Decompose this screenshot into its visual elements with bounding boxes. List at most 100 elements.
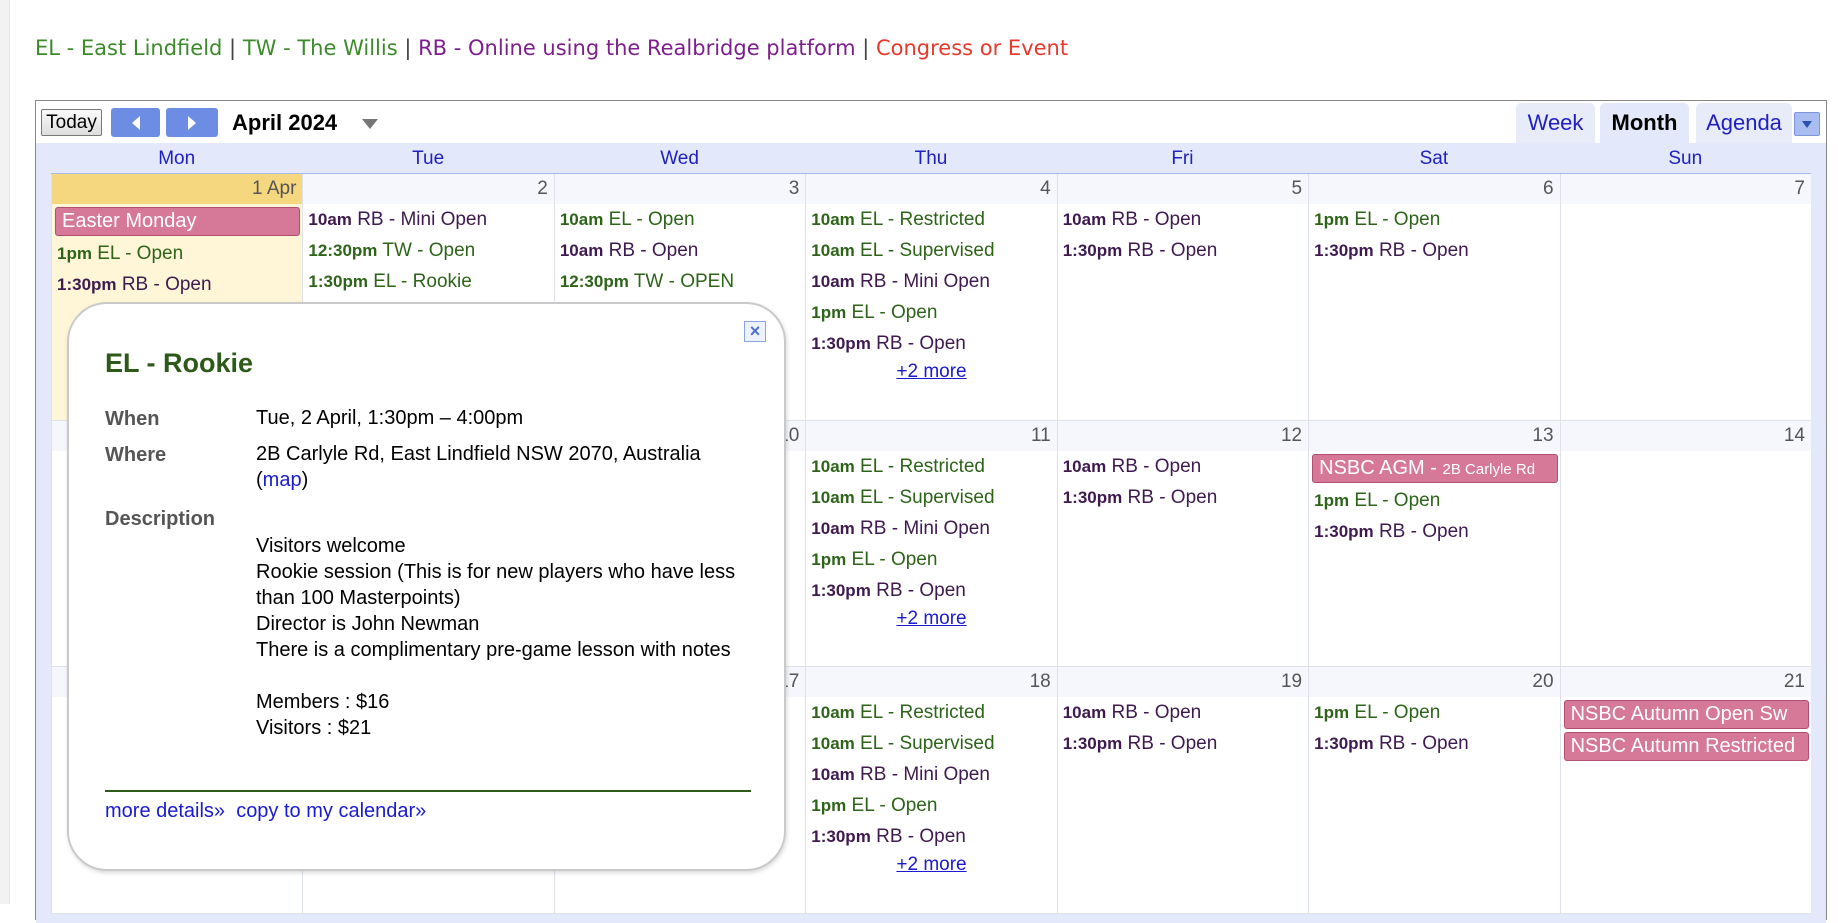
event-item[interactable]: 1pm EL - Open [1309, 485, 1559, 516]
more-events-link[interactable]: +2 more [806, 606, 1056, 633]
tab-agenda[interactable]: Agenda [1696, 103, 1792, 143]
next-month-button[interactable] [166, 108, 218, 137]
event-title: EL - Open [608, 209, 695, 230]
event-title: RB - Open [876, 579, 966, 601]
month-picker-dropdown-icon[interactable] [362, 119, 378, 129]
day-number[interactable]: 4 [806, 174, 1057, 204]
day-cell[interactable]: 20 1pm EL - Open 1:30pm RB - Open [1308, 667, 1560, 914]
event-item[interactable]: 1:30pm RB - Open [806, 575, 1056, 606]
day-cell[interactable]: 21 NSBC Autumn Open Sw NSBC Autumn Restric… [1559, 667, 1811, 914]
event-item[interactable]: 1:30pm RB - Open [1058, 482, 1308, 513]
event-chip[interactable]: Easter Monday [55, 207, 301, 236]
event-chip-location: 2B Carlyle Rd [1442, 460, 1536, 478]
event-item[interactable]: 1pm EL - Open [52, 238, 302, 269]
event-title: EL - Rookie [373, 271, 472, 292]
event-item[interactable]: 1pm EL - Open [806, 544, 1056, 575]
tab-week[interactable]: Week [1516, 103, 1595, 143]
day-number[interactable]: 1 Apr [52, 174, 303, 204]
today-button[interactable]: Today [41, 109, 102, 136]
event-item[interactable]: 10am EL - Restricted [806, 451, 1056, 482]
event-item[interactable]: 10am EL - Supervised [806, 728, 1056, 759]
day-cell[interactable]: 7 [1559, 174, 1811, 421]
day-of-week-header: Sat [1419, 148, 1449, 169]
day-cell[interactable]: 12 10am RB - Open 1:30pm RB - Open [1056, 420, 1309, 667]
event-chip[interactable]: NSBC Autumn Restricted [1563, 732, 1809, 761]
event-item[interactable]: 1:30pm RB - Open [1309, 728, 1559, 759]
event-item[interactable]: 10am EL - Restricted [806, 697, 1056, 728]
event-details-popup: × EL - Rookie When Tue, 2 April, 1:30pm … [67, 302, 786, 871]
day-cell[interactable]: 5 10am RB - Open 1:30pm RB - Open [1056, 174, 1309, 421]
day-cell[interactable]: 18 10am EL - Restricted 10am EL - Supervis… [805, 667, 1057, 914]
event-item[interactable]: 1pm EL - Open [806, 297, 1056, 328]
day-number[interactable]: 18 [806, 667, 1057, 697]
close-icon[interactable]: × [744, 321, 766, 342]
day-number[interactable]: 7 [1560, 174, 1811, 204]
current-month-title: April 2024 [232, 110, 338, 135]
event-item[interactable]: 10am EL - Supervised [806, 482, 1056, 513]
event-title: RB - Mini Open [357, 209, 488, 230]
event-item[interactable]: 10am EL - Restricted [806, 204, 1056, 235]
event-item[interactable]: 10am RB - Open [1058, 697, 1308, 728]
event-time: 1:30pm [1314, 241, 1374, 260]
page-left-edge [0, 0, 10, 904]
event-time: 10am [811, 518, 855, 538]
event-item[interactable]: 10am RB - Mini Open [806, 759, 1056, 790]
event-item[interactable]: 1:30pm RB - Open [1309, 516, 1559, 547]
event-item[interactable]: 1pm EL - Open [1309, 204, 1559, 235]
event-item[interactable]: 1:30pm RB - Open [1058, 235, 1308, 266]
tab-month[interactable]: Month [1600, 103, 1689, 143]
event-item[interactable]: 1:30pm RB - Open [806, 821, 1056, 852]
event-item[interactable]: 10am RB - Open [1058, 204, 1308, 235]
event-title: EL - Rookie [105, 348, 254, 378]
event-item[interactable]: 10am RB - Mini Open [303, 204, 553, 235]
event-item[interactable]: 1pm EL - Open [806, 790, 1056, 821]
event-item[interactable]: 10am RB - Open [1058, 451, 1308, 482]
day-cell[interactable]: 11 10am EL - Restricted 10am EL - Supervis… [805, 420, 1057, 667]
event-chip[interactable]: NSBC AGM - 2B Carlyle Rd [1312, 453, 1558, 483]
event-item[interactable]: 10am RB - Mini Open [806, 513, 1056, 544]
day-number[interactable]: 5 [1057, 174, 1309, 204]
event-item[interactable]: 1:30pm RB - Open [1309, 235, 1559, 266]
event-item[interactable]: 12:30pm TW - Open [303, 235, 553, 266]
event-item[interactable]: 1pm EL - Open [1309, 697, 1559, 728]
event-item[interactable]: 10am EL - Open [555, 204, 805, 235]
day-cell[interactable]: 6 1pm EL - Open 1:30pm RB - Open [1308, 174, 1560, 421]
day-cell[interactable]: 13 NSBC AGM - 2B Carlyle Rd 1pm EL - Open 1… [1308, 420, 1560, 667]
more-events-link[interactable]: +2 more [806, 852, 1056, 879]
description-label: Description [105, 508, 216, 530]
event-chip[interactable]: NSBC Autumn Open Sw [1563, 700, 1809, 729]
event-item[interactable]: 1:30pm RB - Open [52, 269, 302, 300]
day-cell[interactable]: 14 [1559, 420, 1811, 667]
day-number[interactable]: 3 [554, 174, 806, 204]
event-time: 1:30pm [811, 827, 871, 846]
day-number[interactable]: 6 [1309, 174, 1560, 204]
copy-to-calendar-link[interactable]: copy to my calendar» [236, 800, 426, 822]
day-number[interactable]: 19 [1057, 667, 1309, 697]
day-number[interactable]: 14 [1560, 420, 1811, 451]
day-number[interactable]: 21 [1560, 667, 1811, 697]
previous-month-button[interactable] [111, 108, 160, 137]
event-time: 1:30pm [1062, 487, 1123, 507]
event-item[interactable]: 1:30pm RB - Open [1058, 728, 1308, 759]
view-options-dropdown[interactable] [1794, 112, 1820, 136]
event-item[interactable]: 1:30pm RB - Open [806, 328, 1056, 359]
more-events-link[interactable]: +2 more [806, 359, 1056, 386]
more-details-link[interactable]: more details» [105, 800, 225, 822]
day-number[interactable]: 20 [1309, 667, 1560, 697]
day-of-week-header: Tue [412, 148, 445, 169]
day-number[interactable]: 11 [806, 420, 1057, 451]
event-item[interactable]: 10am EL - Supervised [806, 235, 1056, 266]
event-item[interactable]: 10am RB - Open [555, 235, 805, 266]
legend-item: EL - East Lindfield [35, 36, 223, 60]
event-item[interactable]: 10am RB - Mini Open [806, 266, 1056, 297]
map-link[interactable]: map [263, 469, 302, 491]
day-of-week-header: Thu [914, 148, 948, 169]
event-item[interactable]: 1:30pm EL - Rookie [303, 266, 553, 297]
day-number[interactable]: 13 [1309, 420, 1560, 451]
event-item[interactable]: 12:30pm TW - OPEN [555, 266, 805, 297]
day-cell[interactable]: 19 10am RB - Open 1:30pm RB - Open [1056, 667, 1309, 914]
day-number[interactable]: 2 [303, 174, 554, 204]
event-time: 10am [811, 241, 855, 260]
day-number[interactable]: 12 [1057, 420, 1309, 451]
day-cell[interactable]: 4 10am EL - Restricted 10am EL - Supervise… [805, 174, 1057, 421]
